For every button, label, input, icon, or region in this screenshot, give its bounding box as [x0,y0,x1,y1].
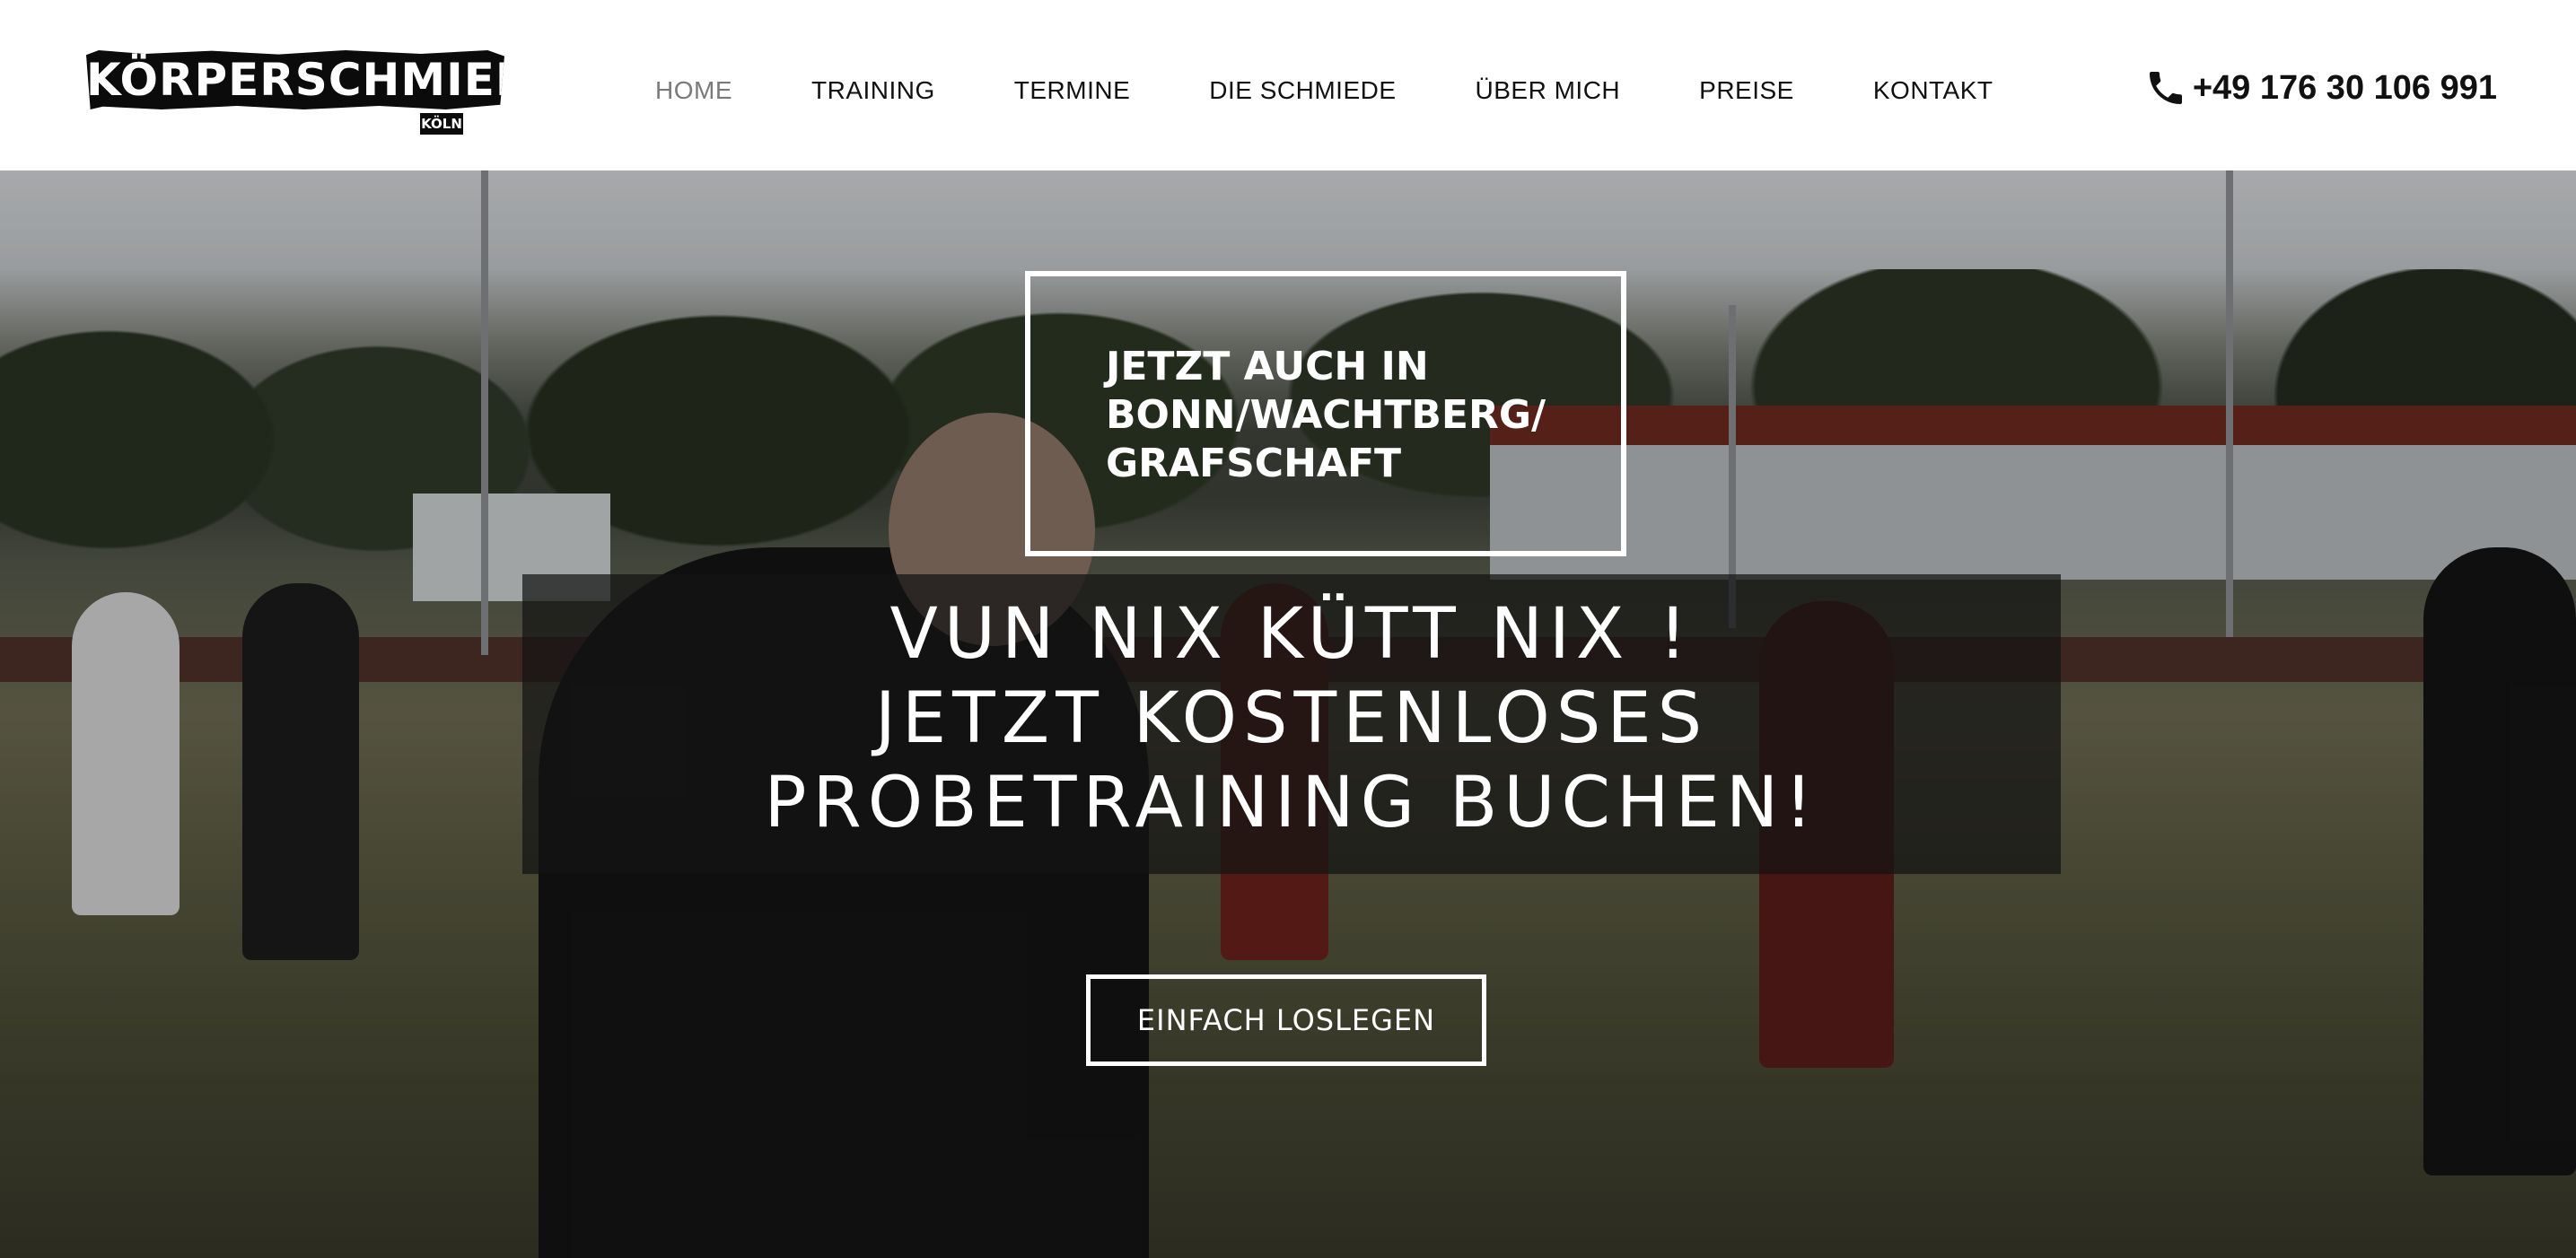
phone-icon [2149,72,2182,104]
logo-city: KÖLN [420,113,463,135]
main-nav: HOME TRAINING TERMINE DIE SCHMIEDE ÜBER … [655,70,2072,111]
phone-link[interactable]: +49 176 30 106 991 [2144,63,2497,113]
phone-number: +49 176 30 106 991 [2192,68,2497,107]
nav-item-training[interactable]: TRAINING [811,76,935,105]
get-started-button[interactable]: EINFACH LOSLEGEN [1086,974,1486,1066]
site-logo[interactable]: KÖRPERSCHMIEDE KÖLN [86,50,504,138]
nav-item-termine[interactable]: TERMINE [1014,76,1131,105]
nav-item-home[interactable]: HOME [655,76,732,105]
nav-item-die-schmiede[interactable]: DIE SCHMIEDE [1209,76,1396,105]
nav-item-preise[interactable]: PREISE [1699,76,1794,105]
hero-headline: VUN NIX KÜTT NIX ! JETZT KOSTENLOSES PRO… [764,594,1819,843]
nav-item-ueber-mich[interactable]: ÜBER MICH [1476,76,1621,105]
site-header: KÖRPERSCHMIEDE KÖLN HOME TRAINING TERMIN… [0,0,2576,170]
logo-wordmark: KÖRPERSCHMIEDE [86,50,504,109]
location-notice: JETZT AUCH IN BONN/WACHTBERG/ GRAFSCHAFT [1106,344,1546,486]
nav-item-kontakt[interactable]: KONTAKT [1873,76,1993,105]
